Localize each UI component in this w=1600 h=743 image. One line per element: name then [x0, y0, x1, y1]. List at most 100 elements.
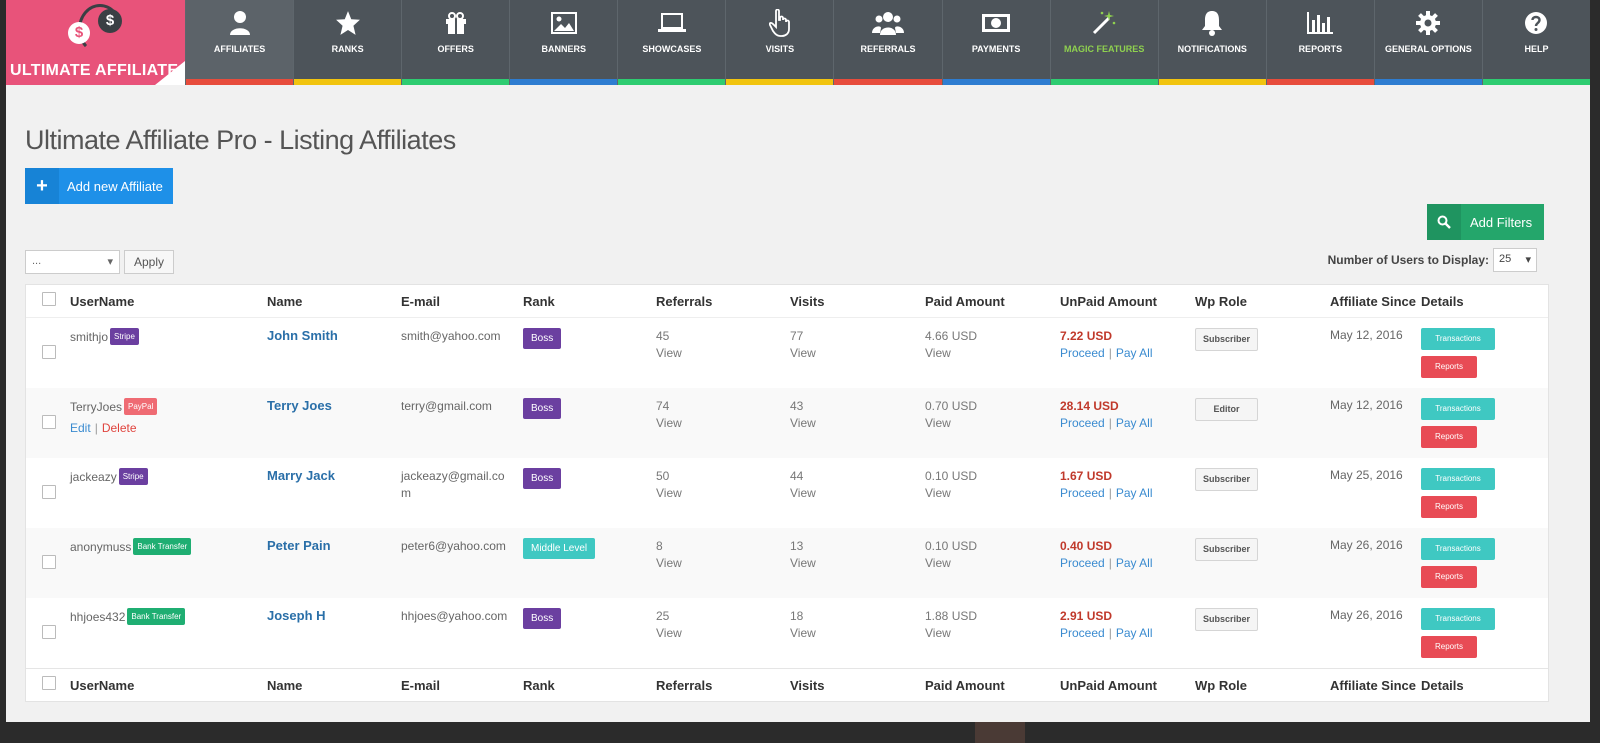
pay-all-link[interactable]: Pay All [1116, 486, 1153, 500]
view-referrals-link[interactable]: View [656, 625, 682, 642]
row-checkbox[interactable] [42, 345, 56, 359]
view-payments-link[interactable]: View [925, 625, 977, 642]
row-checkbox[interactable] [42, 555, 56, 569]
nav-item-general-options[interactable]: General Options [1373, 0, 1482, 85]
nav-item-payments[interactable]: Payments [941, 0, 1050, 85]
add-affiliate-label: Add new Affiliate [67, 178, 163, 194]
nav-item-reports[interactable]: Reports [1265, 0, 1374, 85]
view-visits-link[interactable]: View [790, 485, 816, 502]
nav-item-affiliates[interactable]: Affiliates [185, 0, 294, 85]
pay-all-link[interactable]: Pay All [1116, 626, 1153, 640]
rank-cell: Middle Level [523, 538, 596, 559]
nav-item-offers[interactable]: Offers [401, 0, 510, 85]
delete-link[interactable]: Delete [102, 421, 137, 435]
reports-button[interactable]: Reports [1421, 566, 1477, 588]
rank-cell: Boss [523, 608, 562, 629]
select-all-checkbox[interactable] [42, 676, 56, 690]
referrals-cell: 50 View [656, 468, 682, 502]
unpaid-amount: 1.67 USD [1060, 469, 1113, 483]
reports-button[interactable]: Reports [1421, 636, 1477, 658]
pay-all-link[interactable]: Pay All [1116, 556, 1153, 570]
affiliate-name-link[interactable]: John Smith [267, 328, 338, 343]
view-visits-link[interactable]: View [790, 415, 816, 432]
users-per-page-select[interactable]: 25 ▾ [1493, 248, 1537, 272]
username: jackeazy [70, 469, 117, 484]
view-visits-link[interactable]: View [790, 345, 816, 362]
view-referrals-link[interactable]: View [656, 415, 682, 432]
nav-item-magic-features[interactable]: Magic Features [1049, 0, 1158, 85]
column-header: Rank [523, 678, 555, 693]
column-header: Name [267, 294, 303, 309]
reports-button[interactable]: Reports [1421, 356, 1477, 378]
nav-item-referrals[interactable]: Referrals [833, 0, 942, 85]
separator: | [94, 421, 98, 435]
pay-all-link[interactable]: Pay All [1116, 416, 1153, 430]
view-payments-link[interactable]: View [925, 555, 977, 572]
role-cell: Subscriber [1195, 538, 1258, 561]
wp-role-badge[interactable]: Subscriber [1195, 468, 1258, 491]
view-visits-link[interactable]: View [790, 625, 816, 642]
visits-count: 77 [790, 329, 804, 343]
nav-item-label: Visits [765, 44, 795, 54]
visits-count: 18 [790, 609, 804, 623]
wp-role-badge[interactable]: Subscriber [1195, 328, 1258, 351]
proceed-link[interactable]: Proceed [1060, 626, 1105, 640]
users-icon [872, 8, 904, 38]
nav-item-ranks[interactable]: Ranks [293, 0, 402, 85]
nav-item-visits[interactable]: Visits [725, 0, 834, 85]
bulk-action-select[interactable]: ... ▾ [25, 250, 120, 274]
edit-link[interactable]: Edit [70, 421, 91, 435]
nav-item-help[interactable]: Help [1481, 0, 1591, 85]
separator: | [1108, 346, 1112, 360]
proceed-link[interactable]: Proceed [1060, 486, 1105, 500]
wp-role-badge[interactable]: Editor [1195, 398, 1258, 421]
view-referrals-link[interactable]: View [656, 485, 682, 502]
table-row: anonymuss Bank Transfer Peter Pain peter6@y… [26, 528, 1548, 598]
view-payments-link[interactable]: View [925, 345, 977, 362]
wp-role-badge[interactable]: Subscriber [1195, 608, 1258, 631]
proceed-link[interactable]: Proceed [1060, 556, 1105, 570]
affiliate-name-link[interactable]: Terry Joes [267, 398, 332, 413]
affiliate-name-link[interactable]: Joseph H [267, 608, 326, 623]
row-checkbox[interactable] [42, 625, 56, 639]
referrals-cell: 74 View [656, 398, 682, 432]
reports-button[interactable]: Reports [1421, 426, 1477, 448]
bulk-action-value: ... [32, 255, 42, 267]
view-referrals-link[interactable]: View [656, 555, 682, 572]
transactions-button[interactable]: Transactions [1421, 538, 1495, 560]
transactions-button[interactable]: Transactions [1421, 328, 1495, 350]
nav-item-showcases[interactable]: Showcases [617, 0, 726, 85]
nav-item-notifications[interactable]: Notifications [1157, 0, 1266, 85]
select-all-checkbox[interactable] [42, 292, 56, 306]
pay-all-link[interactable]: Pay All [1116, 346, 1153, 360]
proceed-link[interactable]: Proceed [1060, 346, 1105, 360]
affiliate-name-link[interactable]: Marry Jack [267, 468, 335, 483]
rank-cell: Boss [523, 328, 562, 349]
role-cell: Editor [1195, 398, 1258, 421]
name-cell: Peter Pain [267, 538, 331, 553]
view-visits-link[interactable]: View [790, 555, 816, 572]
transactions-button[interactable]: Transactions [1421, 398, 1495, 420]
proceed-link[interactable]: Proceed [1060, 416, 1105, 430]
row-checkbox[interactable] [42, 485, 56, 499]
nav-item-label: Help [1524, 44, 1549, 54]
nav-item-banners[interactable]: Banners [509, 0, 618, 85]
reports-button[interactable]: Reports [1421, 496, 1477, 518]
view-payments-link[interactable]: View [925, 415, 977, 432]
row-checkbox[interactable] [42, 415, 56, 429]
affiliate-name-link[interactable]: Peter Pain [267, 538, 331, 553]
view-payments-link[interactable]: View [925, 485, 977, 502]
visits-cell: 43 View [790, 398, 816, 432]
apply-button[interactable]: Apply [124, 250, 174, 274]
column-header: Paid Amount [925, 294, 1005, 309]
view-referrals-link[interactable]: View [656, 345, 682, 362]
add-affiliate-button[interactable]: + Add new Affiliate [25, 168, 173, 204]
referrals-count: 45 [656, 329, 670, 343]
transactions-button[interactable]: Transactions [1421, 468, 1495, 490]
add-filters-button[interactable]: Add Filters [1427, 204, 1544, 240]
role-cell: Subscriber [1195, 328, 1258, 351]
brand-logo[interactable]: $ $ ULTIMATE AFFILIATE [6, 0, 185, 85]
transactions-button[interactable]: Transactions [1421, 608, 1495, 630]
wp-role-badge[interactable]: Subscriber [1195, 538, 1258, 561]
nav-item-label: Offers [437, 44, 474, 54]
